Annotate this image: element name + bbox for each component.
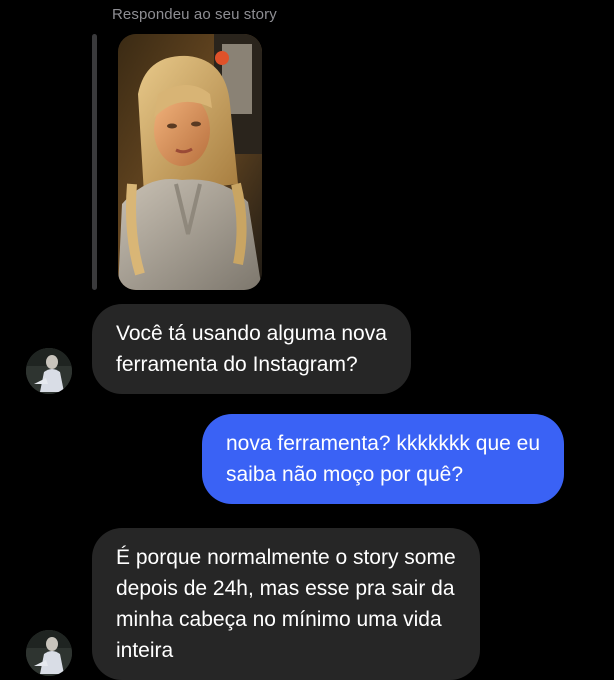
message-bubble-incoming[interactable]: É porque normalmente o story some depois… (92, 528, 480, 680)
message-bubble-incoming[interactable]: Você tá usando alguma nova ferramenta do… (92, 304, 411, 394)
chat-thread: Respondeu ao seu story Você tá usando al… (0, 0, 614, 680)
avatar-photo-icon (26, 630, 72, 676)
story-thumbnail[interactable] (118, 34, 262, 290)
contact-avatar[interactable] (26, 630, 72, 676)
story-reply-bar (92, 34, 97, 290)
story-reply-label: Respondeu ao seu story (112, 6, 277, 23)
message-bubble-outgoing[interactable]: nova ferramenta? kkkkkkk que eu saiba nã… (202, 414, 564, 504)
avatar-photo-icon (26, 348, 72, 394)
contact-avatar[interactable] (26, 348, 72, 394)
story-photo-icon (118, 34, 262, 290)
